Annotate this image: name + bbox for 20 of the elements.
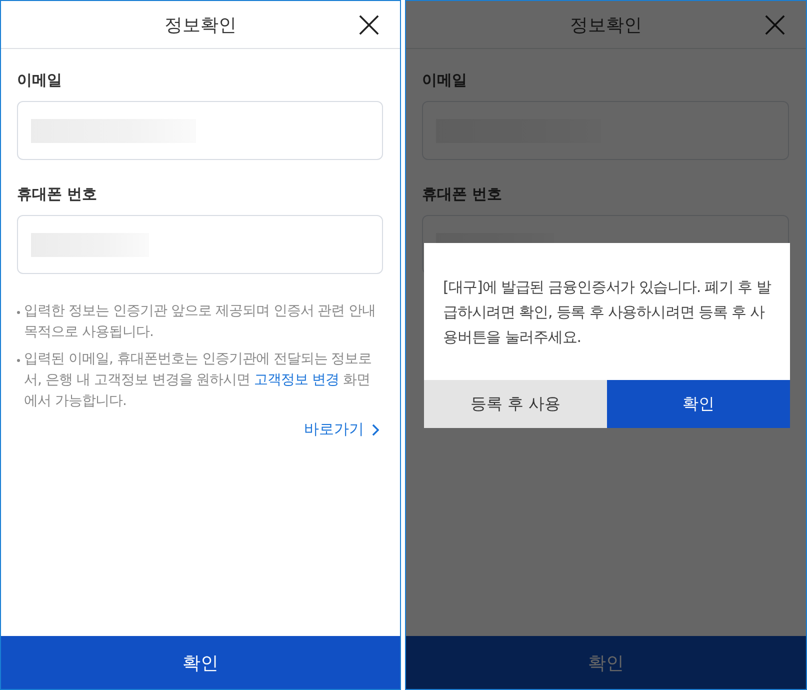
dialog-message: [대구]에 발급된 금융인증서가 있습니다. 폐기 후 발급하시려면 확인, 등록 후 사용하시려면 등록 후 사용버튼을 눌러주세요.	[442, 277, 772, 348]
field-label: 이메일	[422, 71, 467, 90]
close-icon[interactable]	[359, 15, 379, 35]
field-label: 이메일	[17, 71, 62, 90]
bullet-icon	[17, 359, 20, 362]
info-note: 입력한 정보는 인증기관 앞으로 제공되며 인증서 관련 안내 목적으로 사용됩니다.	[24, 302, 377, 342]
bullet-icon	[17, 311, 20, 314]
customer-info-link[interactable]: 고객정보 변경	[254, 372, 340, 388]
confirm-button[interactable]: 확인	[1, 636, 400, 689]
info-note: 입력된 이메일, 휴대폰번호는 인증기관에 전달되는 정보로서, 은행 내 고객정보 변경을 원하시면 고객정보 변경 화면에서 가능합니다.	[24, 350, 373, 411]
input-field[interactable]	[17, 215, 383, 274]
register-button[interactable]: 등록 후 사용	[424, 380, 607, 428]
input-field[interactable]	[17, 101, 383, 160]
confirm-button[interactable]: 확인	[607, 380, 790, 428]
screen-title: 정보확인	[570, 14, 642, 36]
field-label: 휴대폰 번호	[422, 185, 502, 204]
field-label: 휴대폰 번호	[17, 185, 98, 204]
screen-title: 정보확인	[164, 14, 236, 36]
chevron-icon	[372, 424, 379, 436]
shortcut-link[interactable]: 바로가기	[304, 420, 379, 439]
